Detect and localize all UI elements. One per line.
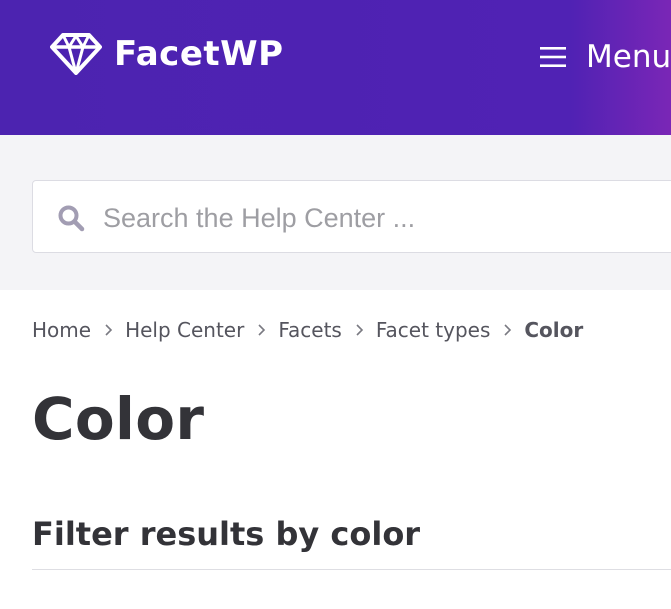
breadcrumb: Home Help Center Facets Facet types Colo… (32, 318, 583, 342)
page-title: Color (32, 385, 205, 453)
chevron-right-icon (504, 324, 512, 336)
logo-text: FacetWP (114, 34, 284, 74)
breadcrumb-current: Color (524, 318, 584, 342)
chevron-right-icon (258, 324, 266, 336)
menu-label: Menu (586, 39, 671, 75)
divider (32, 569, 671, 570)
chevron-right-icon (105, 324, 113, 336)
breadcrumb-facet-types[interactable]: Facet types (376, 318, 491, 342)
search-icon (58, 205, 85, 232)
menu-button[interactable]: Menu (540, 34, 671, 80)
search-input[interactable] (101, 191, 665, 245)
chevron-right-icon (356, 324, 363, 336)
search-box[interactable] (32, 180, 671, 253)
hamburger-menu-icon (540, 47, 566, 67)
diamond-icon (50, 33, 102, 75)
search-section (0, 135, 671, 290)
site-header: FacetWP Menu (0, 0, 671, 135)
breadcrumb-facets[interactable]: Facets (278, 318, 342, 342)
breadcrumb-home[interactable]: Home (32, 318, 91, 342)
breadcrumb-help-center[interactable]: Help Center (125, 318, 244, 342)
site-logo[interactable]: FacetWP (50, 33, 284, 75)
section-heading: Filter results by color (32, 515, 421, 553)
